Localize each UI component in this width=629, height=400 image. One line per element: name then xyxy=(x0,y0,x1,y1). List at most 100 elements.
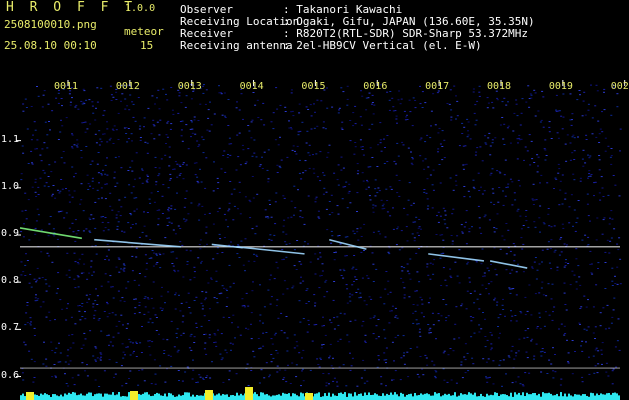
noise-dot xyxy=(45,365,48,367)
noise-dot xyxy=(587,326,590,328)
timestamp: 25.08.10 00:10 xyxy=(4,39,97,52)
noise-dot xyxy=(80,157,83,159)
noise-dot xyxy=(154,373,157,375)
activity-sample xyxy=(612,392,614,400)
noise-dot xyxy=(227,154,229,155)
noise-dot xyxy=(515,355,517,357)
noise-dot xyxy=(30,321,32,323)
noise-dot xyxy=(610,114,613,116)
noise-dot xyxy=(254,104,257,106)
noise-dot xyxy=(168,217,170,219)
noise-dot xyxy=(423,191,426,193)
noise-dot xyxy=(370,298,373,300)
noise-dot xyxy=(429,137,432,139)
activity-sample xyxy=(580,395,582,400)
activity-sample xyxy=(236,392,238,400)
noise-dot xyxy=(363,249,365,251)
activity-sample xyxy=(464,394,466,400)
noise-dot xyxy=(122,263,125,265)
activity-sample xyxy=(422,394,424,400)
noise-dot xyxy=(610,148,613,149)
noise-dot xyxy=(456,275,459,277)
noise-dot xyxy=(274,201,277,203)
noise-dot xyxy=(570,124,573,126)
noise-dot xyxy=(214,334,217,336)
noise-dot xyxy=(202,139,205,141)
noise-dot xyxy=(249,217,252,219)
noise-dot xyxy=(595,136,598,138)
noise-dot xyxy=(478,85,481,87)
noise-dot xyxy=(193,336,196,338)
noise-dot xyxy=(26,322,29,324)
noise-dot xyxy=(146,174,149,176)
noise-dot xyxy=(213,113,216,115)
noise-dot xyxy=(69,360,72,362)
noise-dot xyxy=(417,227,420,229)
noise-dot xyxy=(577,265,580,267)
noise-dot xyxy=(314,305,316,307)
noise-dot xyxy=(595,347,598,349)
noise-dot xyxy=(51,110,54,112)
noise-dot xyxy=(427,205,430,207)
noise-dot xyxy=(275,350,278,351)
noise-dot xyxy=(611,383,614,385)
noise-dot xyxy=(266,216,269,218)
noise-dot xyxy=(559,238,562,240)
noise-dot xyxy=(371,103,373,105)
noise-dot xyxy=(203,334,206,335)
noise-dot xyxy=(495,228,498,230)
noise-dot xyxy=(581,158,584,160)
noise-dot xyxy=(30,358,33,360)
noise-dot xyxy=(466,136,469,138)
noise-dot xyxy=(320,359,322,360)
noise-dot xyxy=(329,319,331,321)
noise-dot xyxy=(581,115,584,117)
noise-dot xyxy=(476,298,479,300)
noise-dot xyxy=(452,189,455,191)
noise-dot xyxy=(550,268,553,270)
noise-dot xyxy=(124,98,127,100)
noise-dot xyxy=(151,250,154,251)
noise-dot xyxy=(305,290,308,291)
activity-sample xyxy=(216,394,218,400)
activity-sample xyxy=(502,394,504,400)
noise-dot xyxy=(353,255,356,256)
noise-dot xyxy=(395,315,398,317)
noise-dot xyxy=(336,179,339,181)
noise-dot xyxy=(314,111,316,113)
noise-dot xyxy=(372,317,375,319)
noise-dot xyxy=(167,291,170,293)
activity-sample xyxy=(538,393,540,400)
activity-sample xyxy=(162,395,164,400)
noise-dot xyxy=(604,288,607,289)
noise-dot xyxy=(59,131,62,133)
noise-dot xyxy=(100,174,103,176)
noise-dot xyxy=(197,120,200,121)
activity-sample xyxy=(548,392,550,400)
noise-dot xyxy=(463,356,466,358)
noise-dot xyxy=(153,201,156,203)
noise-dot xyxy=(541,249,544,251)
noise-dot xyxy=(360,124,363,126)
activity-sample xyxy=(62,396,64,400)
noise-dot xyxy=(236,134,239,136)
noise-dot xyxy=(137,97,140,98)
noise-dot xyxy=(419,139,422,141)
noise-dot xyxy=(362,180,365,182)
noise-dot xyxy=(143,211,145,213)
noise-dot xyxy=(478,190,481,191)
noise-dot xyxy=(154,103,156,105)
noise-dot xyxy=(573,159,576,160)
noise-dot xyxy=(89,330,92,332)
noise-dot xyxy=(102,114,105,116)
noise-dot xyxy=(202,152,205,154)
noise-dot xyxy=(185,249,188,251)
noise-dot xyxy=(605,362,608,364)
noise-dot xyxy=(71,97,73,99)
noise-dot xyxy=(155,253,158,255)
noise-dot xyxy=(92,355,95,357)
noise-dot xyxy=(126,346,129,348)
noise-dot xyxy=(203,315,206,317)
noise-dot xyxy=(325,382,328,384)
noise-dot xyxy=(32,381,35,383)
